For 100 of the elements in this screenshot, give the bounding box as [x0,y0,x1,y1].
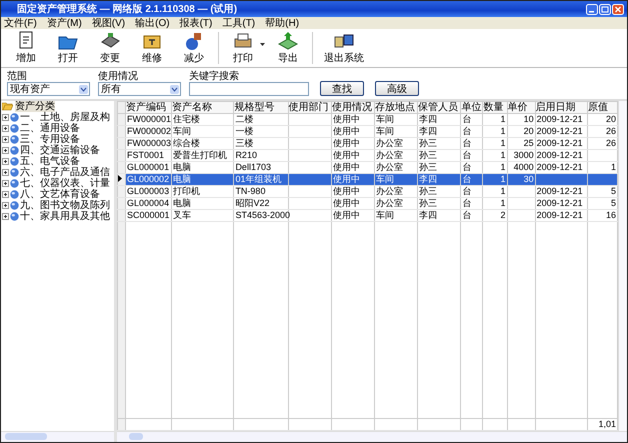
table-cell: GL000004 [127,198,170,208]
tree-item[interactable]: 四、交通运输设备 [20,145,100,156]
table-row[interactable]: GL000002 电脑 01年组装机 使用中 车间 李四 台 1 30 [118,174,618,186]
tree-item[interactable]: 十、家具用具及其他 [20,211,110,222]
toolbar-button[interactable]: 导出 [273,31,303,65]
table-row[interactable]: FW000001 住宅楼 二楼 使用中 车间 李四 台 1 10 2009-12-21 20 [118,114,618,126]
table-row[interactable]: GL000004 电脑 昭阳V22 使用中 办公室 孙三 台 1 2009-12-21 5 [118,198,618,210]
column-header[interactable]: 使用情况 [331,102,374,114]
menu-item[interactable]: 帮助(H) [265,16,300,30]
table-cell: 使用中 [332,198,360,208]
tree-item[interactable]: 八、文艺体育设备 [20,189,100,200]
toolbar-button[interactable]: 打开 [53,31,83,65]
menu-item[interactable]: 视图(V) [92,16,126,30]
dropdown-arrow-icon[interactable] [79,84,88,94]
search-button[interactable]: 查找 [320,81,364,96]
field-label: 关键字搜索 [189,71,240,82]
column-header[interactable]: 单价 [507,102,536,114]
table-row[interactable]: FW000003 综合楼 三楼 使用中 办公室 孙三 台 1 25 2009-12-21 26 [118,138,618,150]
table-cell: TN-980 [235,186,266,196]
close-icon[interactable] [612,4,624,14]
horizontal-scrollbar[interactable] [1,431,114,442]
column-header[interactable]: 保管人员 [418,102,461,114]
table-cell: 2009-12-21 [536,186,583,196]
tree-item[interactable]: 七、仪器仪表、计量 [20,178,110,189]
table-cell: 2009-12-21 [536,198,583,208]
expand-icon[interactable] [2,202,9,209]
table-row[interactable]: FW000002 车间 一楼 使用中 车间 李四 台 1 20 2009-12-21 26 [118,126,618,138]
expand-icon[interactable] [2,125,9,132]
toolbar-button[interactable]: 打印 [228,31,258,65]
table-row[interactable]: SC000001 叉车 ST4563-2000 使用中 车间 李四 台 2 2009-12-21 16 [118,210,618,222]
table-cell: 台 [462,174,472,184]
search-field[interactable] [189,82,309,96]
caret-icon[interactable] [260,42,265,46]
expand-icon[interactable] [2,191,9,198]
table-row[interactable]: GL000003 打印机 TN-980 使用中 办公室 孙三 台 1 2009-12-21 5 [118,186,618,198]
table-cell: 2009-12-21 [536,114,583,124]
scroll-thumb[interactable] [5,433,47,440]
scope-dropdown[interactable]: 现有资产 [7,82,90,96]
dropdown-arrow-icon[interactable] [170,84,179,94]
column-header[interactable]: 规格型号 [234,102,288,114]
column-header[interactable]: 存放地点 [374,102,418,114]
table-row[interactable]: FST0001 爱普生打印机 R210 使用中 办公室 孙三 台 1 3000 2009-12-21 [118,150,618,162]
globe-icon [10,190,19,199]
table-cell: 20 [524,126,534,136]
table-cell: 使用中 [332,174,360,184]
field-label: 范围 [7,71,28,82]
expand-icon[interactable] [2,213,9,220]
expand-icon[interactable] [2,147,9,154]
menu-item[interactable]: 输出(O) [135,16,170,30]
table-cell: 使用中 [332,138,360,148]
column-header[interactable]: 单位 [460,102,483,114]
expand-icon[interactable] [2,169,9,176]
table-cell: ST4563-2000 [235,210,290,220]
tree-item[interactable]: 六、电子产品及通信 [20,167,110,178]
tree-item[interactable]: 九、图书文物及陈列 [20,200,110,211]
status-dropdown[interactable]: 所有 [98,82,181,96]
table-cell: 台 [462,126,472,136]
tree-item[interactable]: 三、专用设备 [20,134,80,145]
column-header[interactable]: 资产编码 [126,102,172,114]
field-label: 使用情况 [98,71,139,82]
table-cell: 1 [500,174,506,184]
tree-item[interactable]: 二、通用设备 [20,123,80,134]
column-header[interactable]: 资产名称 [172,102,234,114]
table-cell: 2009-12-21 [536,126,583,136]
menu-item[interactable]: 资产(M) [46,16,82,30]
table-cell: FST0001 [127,150,164,160]
toolbar-button[interactable]: 增加 [11,31,41,65]
table-cell: FW000001 [127,114,172,124]
table-cell: 4000 [514,162,534,172]
column-header[interactable]: 原值 [587,102,618,114]
table-cell: 01年组装机 [235,174,282,184]
column-header[interactable]: 数量 [482,102,507,114]
minimize-icon[interactable] [586,4,598,14]
scroll-thumb[interactable] [129,433,143,440]
expand-icon[interactable] [2,114,9,121]
expand-icon[interactable] [2,136,9,143]
toolbar-button[interactable]: 维修 [137,31,167,65]
vertical-scrollbar[interactable] [618,101,627,431]
tree-item[interactable]: 五、电气设备 [20,156,80,167]
table-cell: 1 [500,114,506,124]
menu-item[interactable]: 文件(F) [4,16,37,30]
table-cell: 打印机 [173,186,200,196]
menu-item[interactable]: 工具(T) [222,16,256,30]
table-cell: 住宅楼 [173,114,200,124]
search-button[interactable]: 高级 [375,81,419,96]
expand-icon[interactable] [2,180,9,187]
table-cell: GL000002 [127,174,170,184]
table-cell: 李四 [419,174,438,184]
column-header[interactable]: 启用日期 [535,102,588,114]
toolbar-button[interactable]: 减少 [179,31,209,65]
expand-icon[interactable] [2,158,9,165]
toolbar-button[interactable]: 退出系统 [322,31,366,65]
maximize-icon[interactable] [599,4,611,14]
menu-item[interactable]: 报表(T) [180,16,212,30]
horizontal-scrollbar[interactable] [117,431,627,442]
column-header[interactable]: 使用部门 [288,102,332,114]
table-cell: 车间 [376,210,394,220]
tree-item[interactable]: 一、土地、房屋及构 [20,112,110,123]
table-cell: 李四 [419,126,438,136]
toolbar-button[interactable]: 变更 [95,31,125,65]
